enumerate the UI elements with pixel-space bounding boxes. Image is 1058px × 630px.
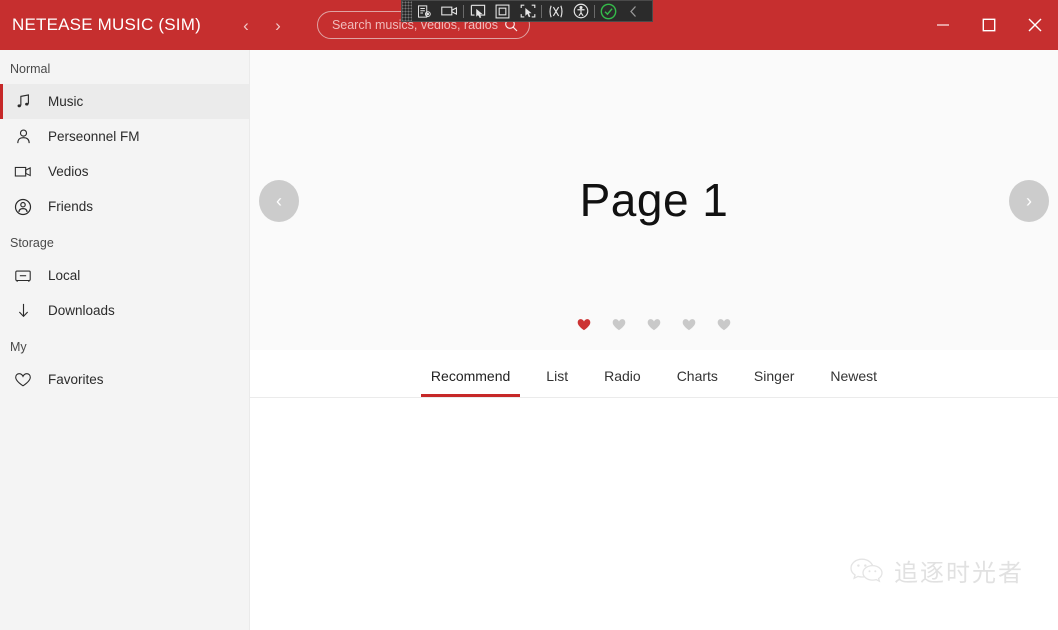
heart-filled-icon	[717, 319, 731, 331]
nav-arrows: ‹ ›	[231, 10, 293, 40]
sidebar-item-label: Friends	[48, 199, 94, 214]
video-camera-icon	[12, 161, 34, 183]
minimize-button[interactable]	[920, 0, 966, 50]
carousel-dots	[250, 318, 1058, 332]
sidebar-item-music[interactable]: Music	[0, 84, 249, 119]
tab-charts[interactable]: Charts	[659, 368, 736, 397]
carousel-dot[interactable]	[647, 318, 661, 332]
close-button[interactable]	[1012, 0, 1058, 50]
collapse-chevron-icon[interactable]	[621, 0, 646, 22]
maximize-button[interactable]	[966, 0, 1012, 50]
sidebar-item-friends[interactable]: Friends	[0, 189, 249, 224]
heart-filled-icon	[647, 319, 661, 331]
accessibility-icon[interactable]	[568, 0, 593, 22]
tab-newest[interactable]: Newest	[812, 368, 895, 397]
sidebar-item-vedios[interactable]: Vedios	[0, 154, 249, 189]
select-window-icon[interactable]	[465, 0, 490, 22]
sidebar-item-local[interactable]: Local	[0, 258, 249, 293]
banner-title: Page 1	[579, 174, 729, 226]
person-icon	[12, 126, 34, 148]
nav-forward-button[interactable]: ›	[263, 10, 293, 40]
sidebar-item-label: Perseonnel FM	[48, 129, 140, 144]
app-window: NETEASE MUSIC (SIM) ‹ › Search musics, v…	[0, 0, 1058, 630]
close-icon	[1028, 18, 1042, 32]
carousel-dot-active[interactable]	[577, 318, 591, 332]
app-title: NETEASE MUSIC (SIM)	[12, 15, 201, 34]
window-controls	[920, 0, 1058, 50]
maximize-icon	[982, 18, 996, 32]
toolbar-separator	[463, 4, 464, 18]
carousel-dot[interactable]	[682, 318, 696, 332]
minimize-icon	[937, 24, 949, 26]
heart-outline-icon	[12, 369, 34, 391]
sidebar-item-downloads[interactable]: Downloads	[0, 293, 249, 328]
carousel-next-button[interactable]: ›	[1009, 180, 1049, 222]
select-screen-icon[interactable]	[490, 0, 515, 22]
content-tabs: Recommend List Radio Charts Singer Newes…	[250, 350, 1058, 398]
main-content: ‹ Page 1 › Recommend List Radio Charts S…	[250, 50, 1058, 630]
carousel-dot[interactable]	[717, 318, 731, 332]
tab-content-panel	[250, 398, 1058, 630]
motion-icon[interactable]	[543, 0, 568, 22]
carousel-banner: ‹ Page 1 ›	[250, 50, 1058, 350]
sidebar-item-label: Downloads	[48, 303, 115, 318]
sidebar-section-storage-label: Storage	[10, 236, 54, 250]
music-note-icon	[12, 91, 34, 113]
tab-list[interactable]: List	[528, 368, 586, 397]
sidebar-item-label: Music	[48, 94, 84, 109]
capture-settings-icon[interactable]	[412, 0, 437, 22]
toolbar-drag-grip[interactable]	[402, 1, 412, 21]
sidebar-item-label: Local	[48, 268, 81, 283]
heart-filled-icon	[682, 319, 696, 331]
download-arrow-icon	[12, 300, 34, 322]
record-video-icon[interactable]	[437, 0, 462, 22]
heart-filled-icon	[577, 319, 591, 331]
toolbar-separator	[594, 4, 595, 18]
tab-recommend[interactable]: Recommend	[413, 368, 528, 397]
carousel-prev-button[interactable]: ‹	[259, 180, 299, 222]
confirm-check-icon[interactable]	[596, 0, 621, 22]
nav-back-button[interactable]: ‹	[231, 10, 261, 40]
sidebar-item-favorites[interactable]: Favorites	[0, 362, 249, 397]
tab-radio[interactable]: Radio	[586, 368, 659, 397]
sidebar-section-my-label: My	[10, 340, 27, 354]
tab-singer[interactable]: Singer	[736, 368, 812, 397]
select-region-icon[interactable]	[515, 0, 540, 22]
heart-filled-icon	[612, 319, 626, 331]
drive-icon	[12, 265, 34, 287]
capture-toolbar	[401, 0, 653, 22]
carousel-dot[interactable]	[612, 318, 626, 332]
sidebar-item-label: Vedios	[48, 164, 89, 179]
friends-icon	[12, 196, 34, 218]
sidebar-section-normal-label: Normal	[10, 62, 51, 76]
sidebar: Normal Music Perseonnel FM Vedios Friend…	[0, 50, 250, 630]
toolbar-separator	[541, 4, 542, 18]
sidebar-item-perseonnel-fm[interactable]: Perseonnel FM	[0, 119, 249, 154]
sidebar-item-label: Favorites	[48, 372, 104, 387]
